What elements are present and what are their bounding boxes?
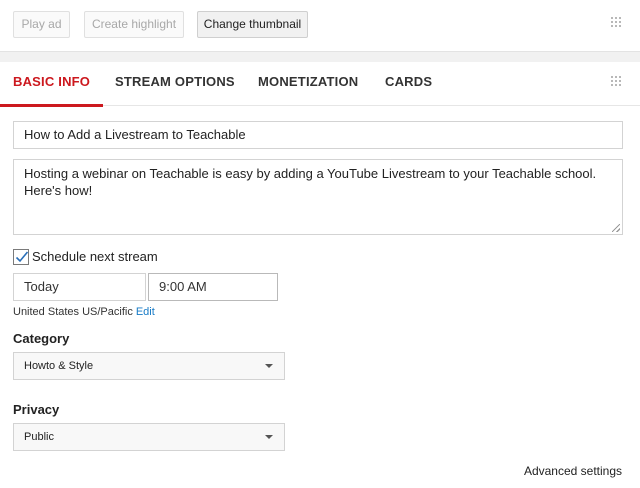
category-select[interactable]: Howto & Style (13, 352, 285, 380)
title-input[interactable]: How to Add a Livestream to Teachable (13, 121, 623, 149)
description-textarea[interactable]: Hosting a webinar on Teachable is easy b… (13, 159, 623, 235)
tab-monetization[interactable]: MONETIZATION (258, 62, 358, 106)
panel-divider (0, 52, 640, 62)
drag-grip-icon[interactable] (611, 76, 625, 90)
privacy-label: Privacy (13, 402, 60, 417)
create-highlight-button[interactable]: Create highlight (84, 11, 184, 38)
player-toolbar: Play ad Create highlight Change thumbnai… (0, 0, 640, 52)
resize-handle-icon[interactable] (612, 224, 620, 232)
timezone-row: United States US/Pacific Edit (13, 306, 155, 318)
category-value: Howto & Style (24, 360, 94, 372)
play-ad-button[interactable]: Play ad (13, 11, 70, 38)
tab-basic-info[interactable]: BASIC INFO (0, 62, 104, 107)
chevron-down-icon (265, 364, 273, 368)
timezone-text: United States US/Pacific (13, 306, 133, 318)
checkmark-icon (15, 250, 29, 262)
change-thumbnail-button[interactable]: Change thumbnail (197, 11, 308, 38)
date-field[interactable]: Today (13, 273, 146, 301)
schedule-checkbox[interactable] (13, 248, 29, 265)
tab-stream-options[interactable]: STREAM OPTIONS (115, 62, 235, 106)
schedule-next-stream-row: Schedule next stream (13, 248, 158, 265)
tab-cards[interactable]: CARDS (385, 62, 432, 106)
privacy-select[interactable]: Public (13, 423, 285, 451)
time-field[interactable]: 9:00 AM (148, 273, 278, 301)
advanced-settings-link[interactable]: Advanced settings (524, 464, 622, 478)
drag-grip-icon[interactable] (611, 17, 625, 31)
tab-bar: BASIC INFO STREAM OPTIONS MONETIZATION C… (0, 62, 640, 107)
category-label: Category (13, 331, 70, 346)
chevron-down-icon (265, 435, 273, 439)
schedule-label: Schedule next stream (32, 249, 158, 264)
description-text: Hosting a webinar on Teachable is easy b… (24, 166, 597, 198)
timezone-edit-link[interactable]: Edit (136, 306, 155, 318)
privacy-value: Public (24, 431, 54, 443)
